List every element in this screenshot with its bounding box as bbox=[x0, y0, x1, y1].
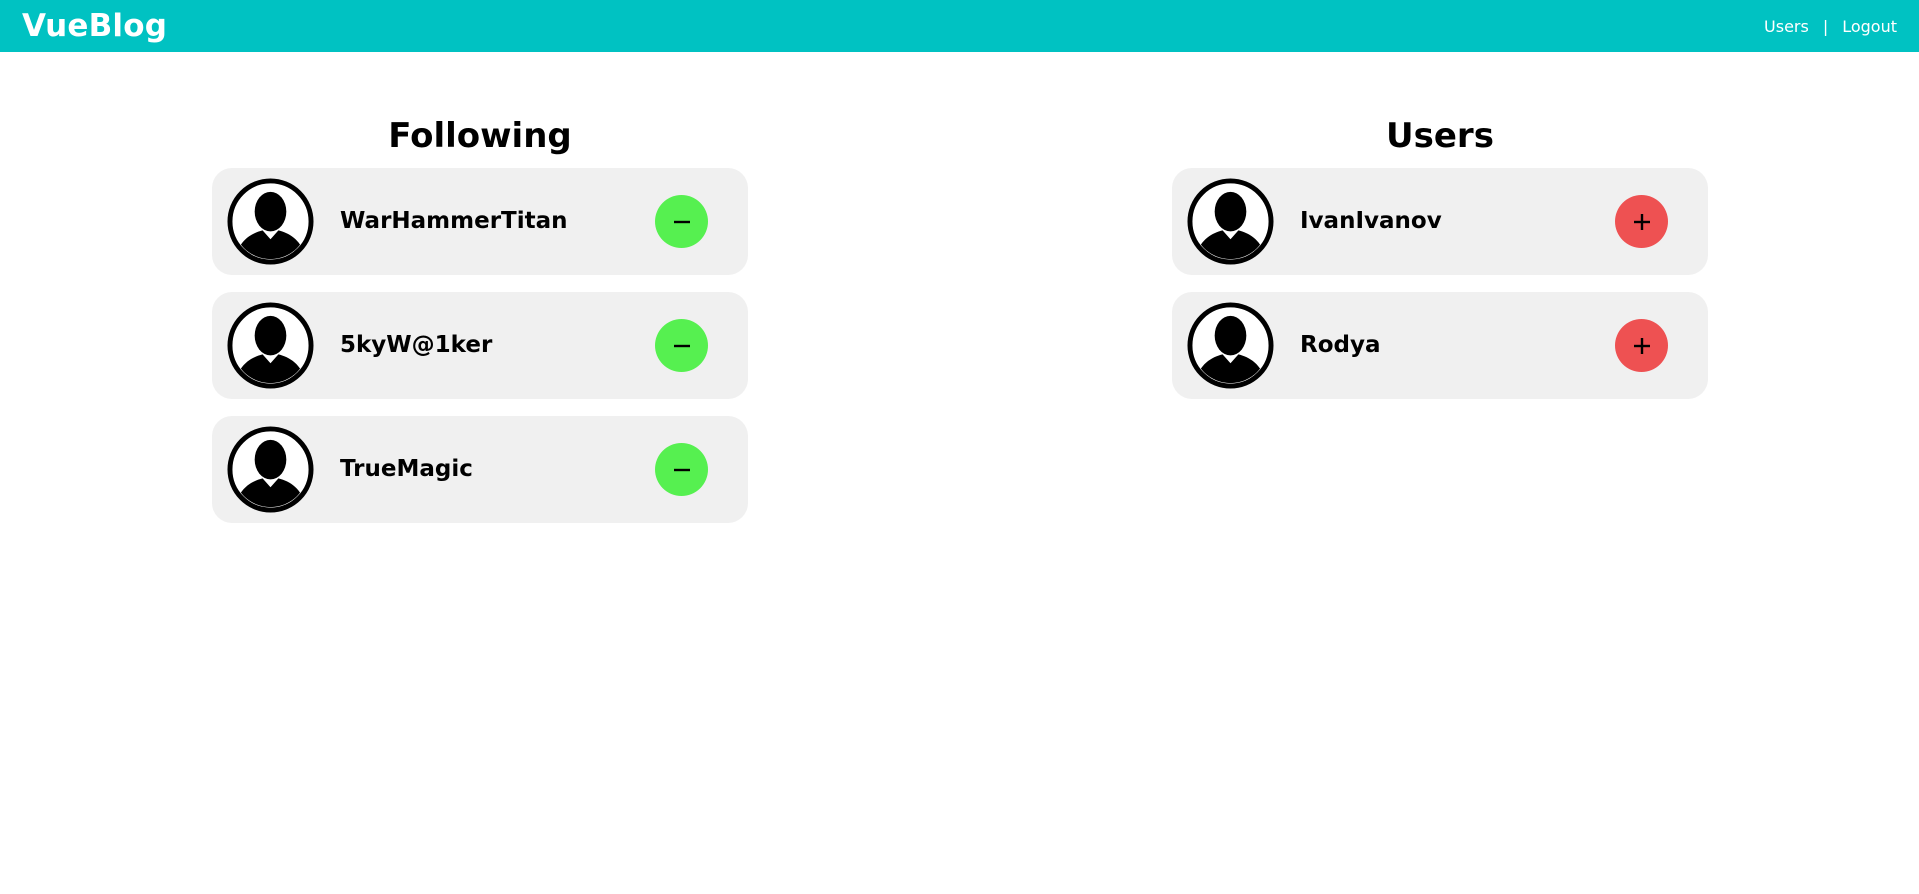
user-avatar-icon bbox=[1187, 178, 1274, 265]
following-card: WarHammerTitan bbox=[212, 168, 748, 275]
minus-icon bbox=[671, 335, 693, 357]
user-avatar-icon bbox=[1187, 302, 1274, 389]
users-list: IvanIvanov Rodya bbox=[1172, 168, 1708, 399]
brand-logo[interactable]: VueBlog bbox=[22, 8, 167, 44]
nav-separator: | bbox=[1822, 16, 1829, 36]
following-card: TrueMagic bbox=[212, 416, 748, 523]
user-avatar-icon bbox=[227, 302, 314, 389]
username: IvanIvanov bbox=[1300, 208, 1442, 234]
following-column: Following WarHammerTitan 5kyW@1ker TrueMag… bbox=[212, 110, 748, 540]
username: Rodya bbox=[1300, 332, 1381, 358]
users-title: Users bbox=[1386, 116, 1494, 156]
unfollow-button[interactable] bbox=[655, 195, 708, 248]
follow-button[interactable] bbox=[1615, 319, 1668, 372]
plus-icon bbox=[1631, 335, 1653, 357]
unfollow-button[interactable] bbox=[655, 319, 708, 372]
follow-button[interactable] bbox=[1615, 195, 1668, 248]
nav-users-link[interactable]: Users bbox=[1764, 17, 1809, 36]
nav-links: Users | Logout bbox=[1764, 17, 1897, 36]
minus-icon bbox=[671, 211, 693, 233]
user-avatar-icon bbox=[227, 178, 314, 265]
navbar: VueBlog Users | Logout bbox=[0, 0, 1919, 52]
username: TrueMagic bbox=[340, 456, 473, 482]
username: WarHammerTitan bbox=[340, 208, 568, 234]
plus-icon bbox=[1631, 211, 1653, 233]
users-column: Users IvanIvanov Rodya bbox=[1172, 110, 1708, 416]
following-title: Following bbox=[388, 116, 572, 156]
username: 5kyW@1ker bbox=[340, 332, 493, 358]
following-card: 5kyW@1ker bbox=[212, 292, 748, 399]
user-card: Rodya bbox=[1172, 292, 1708, 399]
following-list: WarHammerTitan 5kyW@1ker TrueMagic bbox=[212, 168, 748, 523]
unfollow-button[interactable] bbox=[655, 443, 708, 496]
nav-logout-link[interactable]: Logout bbox=[1842, 17, 1897, 36]
user-card: IvanIvanov bbox=[1172, 168, 1708, 275]
minus-icon bbox=[671, 459, 693, 481]
user-avatar-icon bbox=[227, 426, 314, 513]
